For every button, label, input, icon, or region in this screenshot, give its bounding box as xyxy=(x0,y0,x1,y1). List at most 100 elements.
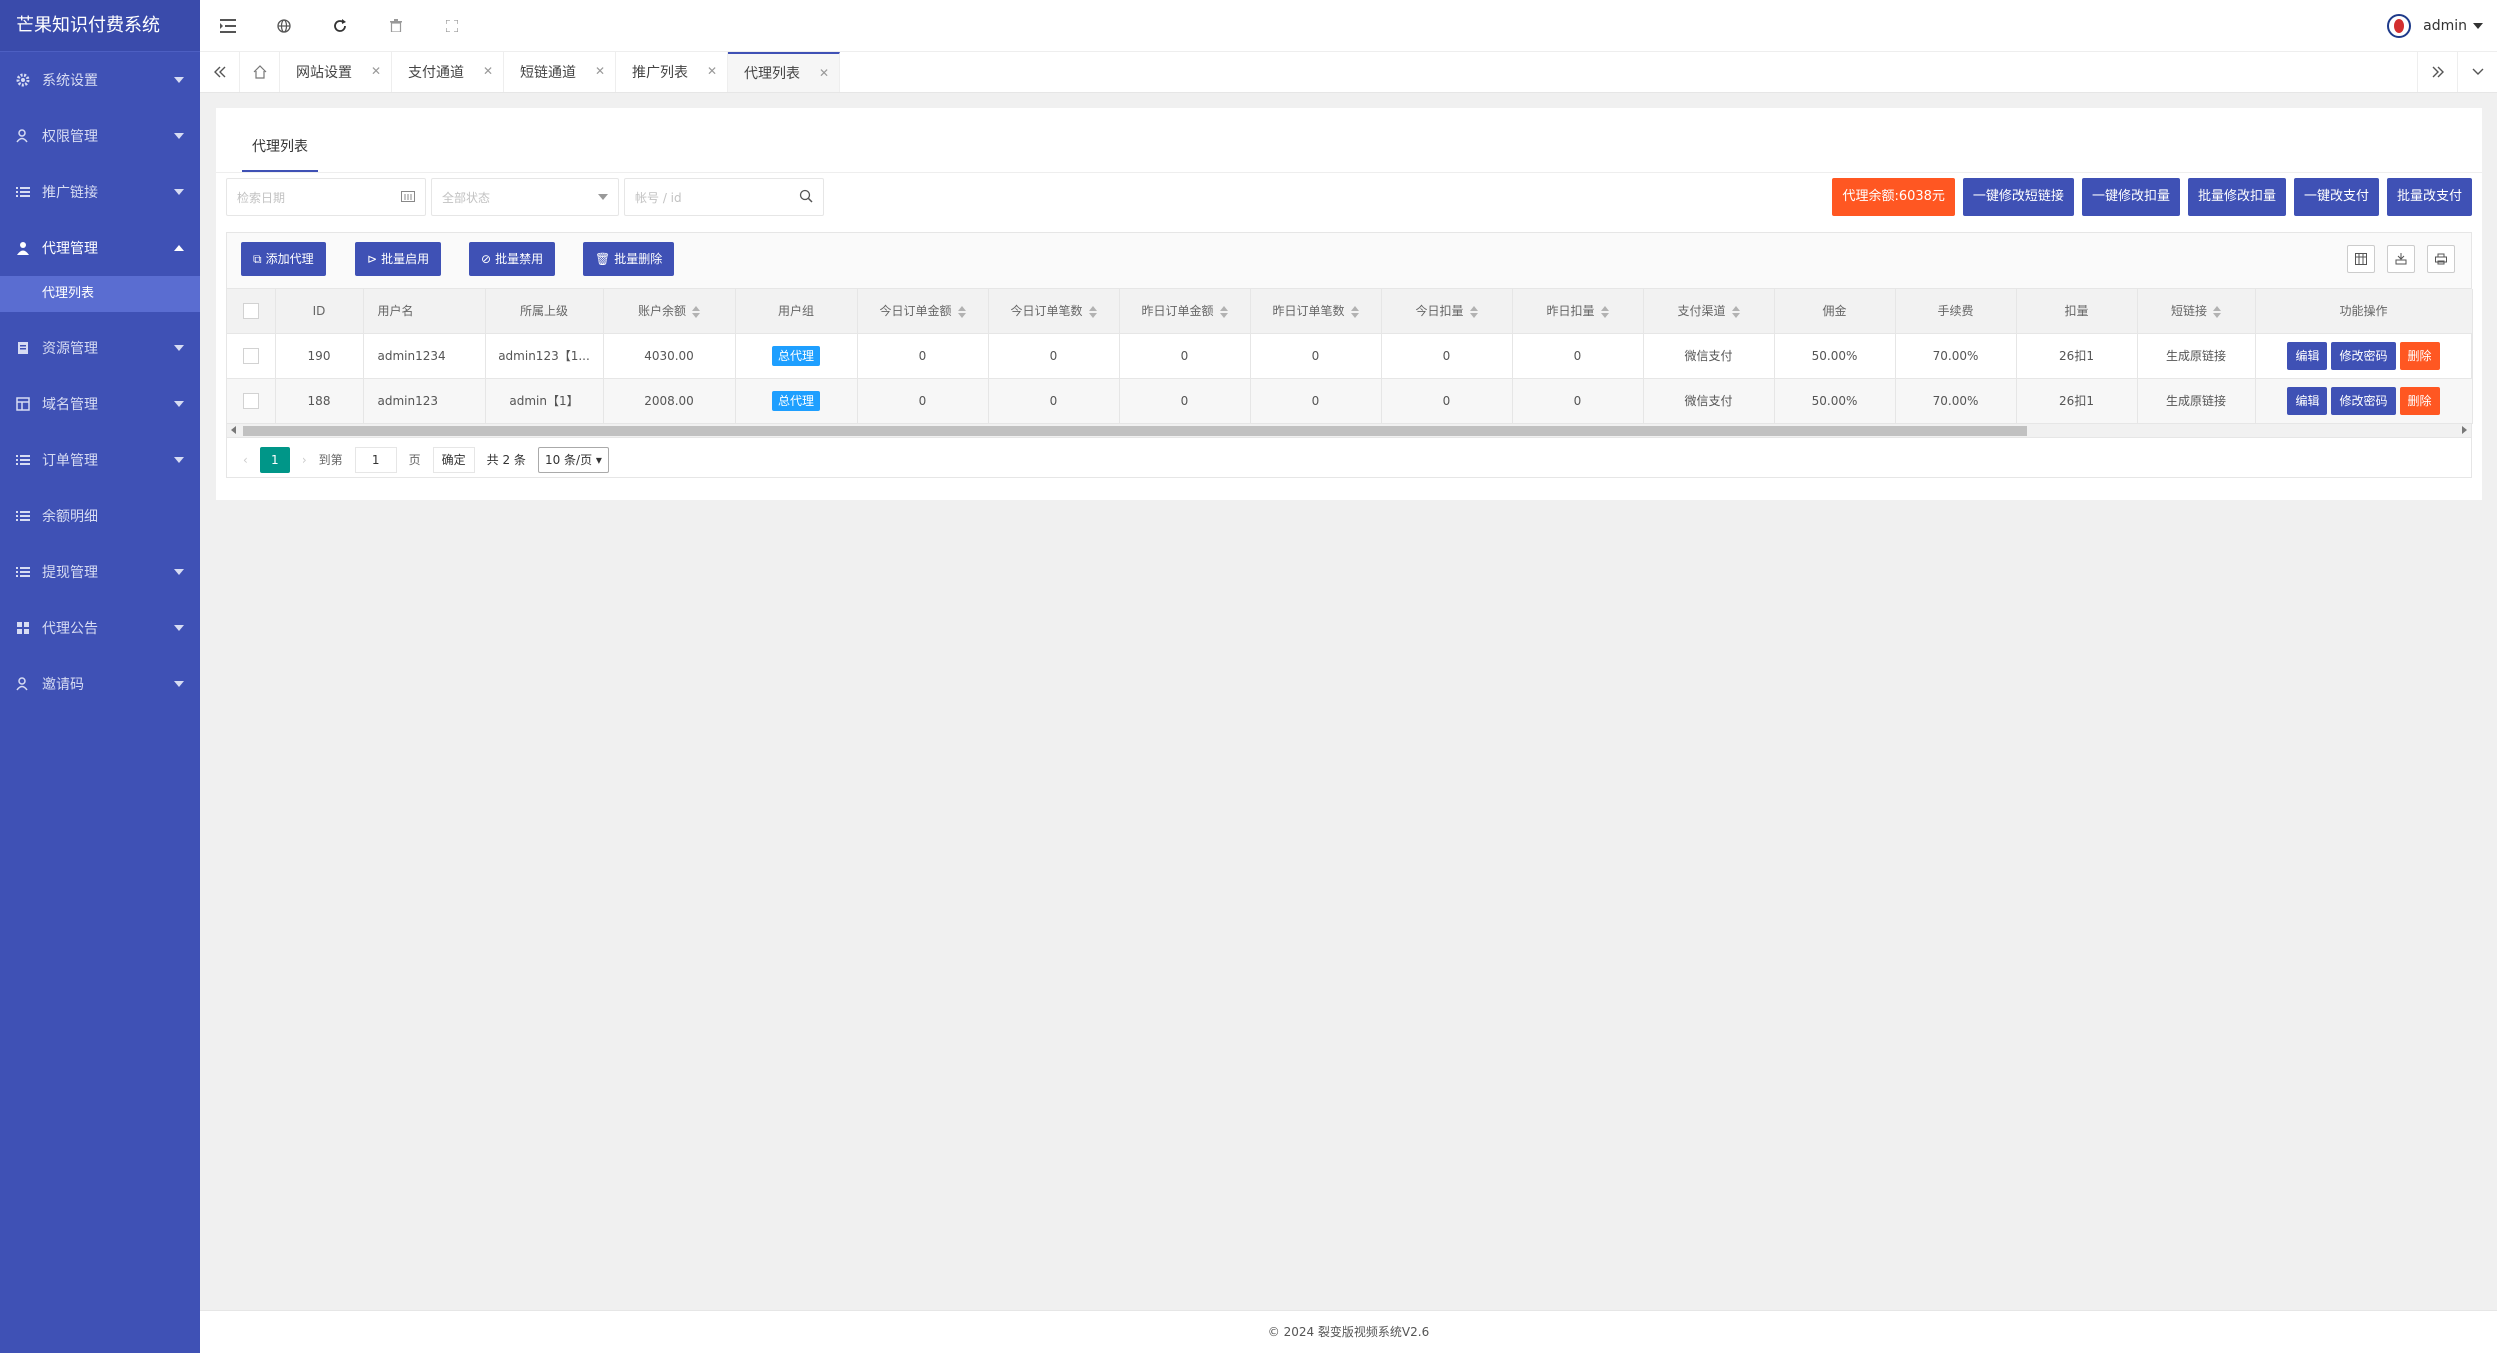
sort-icon[interactable] xyxy=(1088,305,1097,318)
batch-enable-button[interactable]: ⊳ 批量启用 xyxy=(355,242,442,276)
print-icon[interactable] xyxy=(2427,245,2455,273)
scroll-right-arrow-icon[interactable] xyxy=(2462,425,2467,434)
close-icon[interactable]: ✕ xyxy=(819,66,829,80)
close-icon[interactable]: ✕ xyxy=(371,64,381,78)
tabs-menu-chevron-down-icon[interactable] xyxy=(2457,52,2497,92)
sidebar-item-agent[interactable]: 代理管理 xyxy=(0,220,200,276)
column-header[interactable]: 昨日订单金额 xyxy=(1119,289,1251,334)
delete-button[interactable]: 删除 xyxy=(2399,386,2440,415)
next-page-icon[interactable]: › xyxy=(302,453,307,467)
search-icon[interactable] xyxy=(799,189,813,206)
tab-payment-channel[interactable]: 支付通道 ✕ xyxy=(392,52,504,92)
column-header[interactable]: 账户余额 xyxy=(603,289,736,334)
scroll-left-arrow-icon[interactable] xyxy=(231,425,236,434)
change-password-button[interactable]: 修改密码 xyxy=(2331,386,2396,415)
sidebar-item-orders[interactable]: 订单管理 xyxy=(0,432,200,488)
column-header[interactable]: 今日订单金额 xyxy=(857,289,989,334)
trash-icon: 🗑 xyxy=(595,252,611,266)
sidebar-item-promo-links[interactable]: 推广链接 xyxy=(0,164,200,220)
column-header[interactable]: 今日扣量 xyxy=(1381,289,1513,334)
sidebar-subitem-agent-list[interactable]: 代理列表 xyxy=(0,276,200,312)
cell-id: 188 xyxy=(275,378,364,424)
refresh-icon[interactable] xyxy=(312,0,368,52)
cell-actions: 编辑 修改密码 删除 xyxy=(2255,378,2473,424)
card-tab-title[interactable]: 代理列表 xyxy=(242,122,318,172)
delete-button[interactable]: 删除 xyxy=(2399,341,2440,370)
table-row: 190 admin1234 admin123【1... 4030.00 总代理 … xyxy=(227,333,2473,379)
cell-fee: 70.00% xyxy=(1895,333,2017,379)
home-icon[interactable] xyxy=(240,52,280,92)
columns-icon[interactable] xyxy=(2347,245,2375,273)
sidebar-item-balance[interactable]: 余额明细 xyxy=(0,488,200,544)
fullscreen-icon[interactable] xyxy=(424,0,480,52)
agent-balance-button[interactable]: 代理余额:6038元 xyxy=(1832,178,1955,216)
sort-icon[interactable] xyxy=(692,305,700,318)
sort-icon[interactable] xyxy=(1600,305,1609,318)
date-filter-input[interactable]: 检索日期 xyxy=(226,178,426,216)
user-menu[interactable]: admin xyxy=(2387,14,2483,38)
edit-button[interactable]: 编辑 xyxy=(2287,341,2328,370)
page-label: 页 xyxy=(408,453,421,467)
list-icon xyxy=(16,453,30,467)
sort-icon[interactable] xyxy=(1350,305,1359,318)
edit-button[interactable]: 编辑 xyxy=(2287,386,2328,415)
tab-shortlink-channel[interactable]: 短链通道 ✕ xyxy=(504,52,616,92)
bulk-payment-button[interactable]: 一键改支付 xyxy=(2293,178,2379,216)
bulk-deduct-button[interactable]: 一键修改扣量 xyxy=(2081,178,2180,216)
close-icon[interactable]: ✕ xyxy=(595,64,605,78)
current-page[interactable]: 1 xyxy=(259,446,290,473)
page-size-select[interactable]: 10 条/页 ▾ xyxy=(537,446,609,473)
sort-icon[interactable] xyxy=(1469,305,1478,318)
select-all-checkbox[interactable] xyxy=(227,289,276,334)
sidebar-item-system[interactable]: 系统设置 xyxy=(0,52,200,108)
bulk-short-link-button[interactable]: 一键修改短链接 xyxy=(1962,178,2074,216)
tabs-scroll-right-icon[interactable] xyxy=(2417,52,2457,92)
account-search-input[interactable]: 帐号 / id xyxy=(624,178,824,216)
sidebar-item-permission[interactable]: 权限管理 xyxy=(0,108,200,164)
column-header[interactable]: 支付渠道 xyxy=(1643,289,1775,334)
batch-delete-button[interactable]: 🗑 批量删除 xyxy=(583,242,675,276)
globe-icon[interactable] xyxy=(256,0,312,52)
status-select[interactable]: 全部状态 xyxy=(431,178,619,216)
sort-icon[interactable] xyxy=(1731,305,1740,318)
export-icon[interactable] xyxy=(2387,245,2415,273)
close-icon[interactable]: ✕ xyxy=(483,64,493,78)
sort-icon[interactable] xyxy=(957,305,966,318)
sidebar-item-domain[interactable]: 域名管理 xyxy=(0,376,200,432)
prev-page-icon[interactable]: ‹ xyxy=(243,453,248,467)
change-password-button[interactable]: 修改密码 xyxy=(2331,341,2396,370)
add-agent-button[interactable]: ⧉ 添加代理 xyxy=(241,242,326,276)
sidebar-item-notice[interactable]: 代理公告 xyxy=(0,600,200,656)
confirm-button[interactable]: 确定 xyxy=(432,446,475,473)
column-header[interactable]: 昨日订单笔数 xyxy=(1250,289,1382,334)
agent-table: ID 用户名 所属上级 账户余额 用户组 今日订单金额 今日订单笔数 昨日订单金… xyxy=(227,289,2473,424)
column-header[interactable]: 今日订单笔数 xyxy=(988,289,1120,334)
tab-site-settings[interactable]: 网站设置 ✕ xyxy=(280,52,392,92)
cell-shortlink[interactable]: 生成原链接 xyxy=(2137,333,2256,379)
horizontal-scrollbar[interactable] xyxy=(227,423,2471,438)
sort-icon[interactable] xyxy=(2213,305,2221,318)
scrollbar-thumb[interactable] xyxy=(243,425,2027,436)
batch-payment-button[interactable]: 批量改支付 xyxy=(2386,178,2472,216)
tabs-scroll-left-icon[interactable] xyxy=(200,52,240,92)
page-input[interactable]: 1 xyxy=(354,446,397,473)
sidebar-item-resource[interactable]: 资源管理 xyxy=(0,320,200,376)
tab-agent-list[interactable]: 代理列表 ✕ xyxy=(728,52,840,92)
close-icon[interactable]: ✕ xyxy=(707,64,717,78)
sidebar-item-withdraw[interactable]: 提现管理 xyxy=(0,544,200,600)
column-header[interactable]: 昨日扣量 xyxy=(1512,289,1644,334)
menu-toggle-icon[interactable] xyxy=(200,0,256,52)
row-checkbox[interactable] xyxy=(227,378,276,424)
cell-shortlink[interactable]: 生成原链接 xyxy=(2137,378,2256,424)
bulk-actions: 代理余额:6038元 一键修改短链接 一键修改扣量 批量修改扣量 一键改支付 批… xyxy=(1824,178,2472,216)
row-checkbox[interactable] xyxy=(227,333,276,379)
tab-promo-list[interactable]: 推广列表 ✕ xyxy=(616,52,728,92)
trash-icon[interactable] xyxy=(368,0,424,52)
batch-deduct-button[interactable]: 批量修改扣量 xyxy=(2187,178,2286,216)
sidebar-submenu: 代理列表 xyxy=(0,276,200,312)
sidebar-item-invite[interactable]: 邀请码 xyxy=(0,656,200,712)
column-header[interactable]: 短链接 xyxy=(2137,289,2256,334)
ban-icon: ⊘ xyxy=(481,252,492,266)
sort-icon[interactable] xyxy=(1219,305,1228,318)
batch-disable-button[interactable]: ⊘ 批量禁用 xyxy=(469,242,556,276)
